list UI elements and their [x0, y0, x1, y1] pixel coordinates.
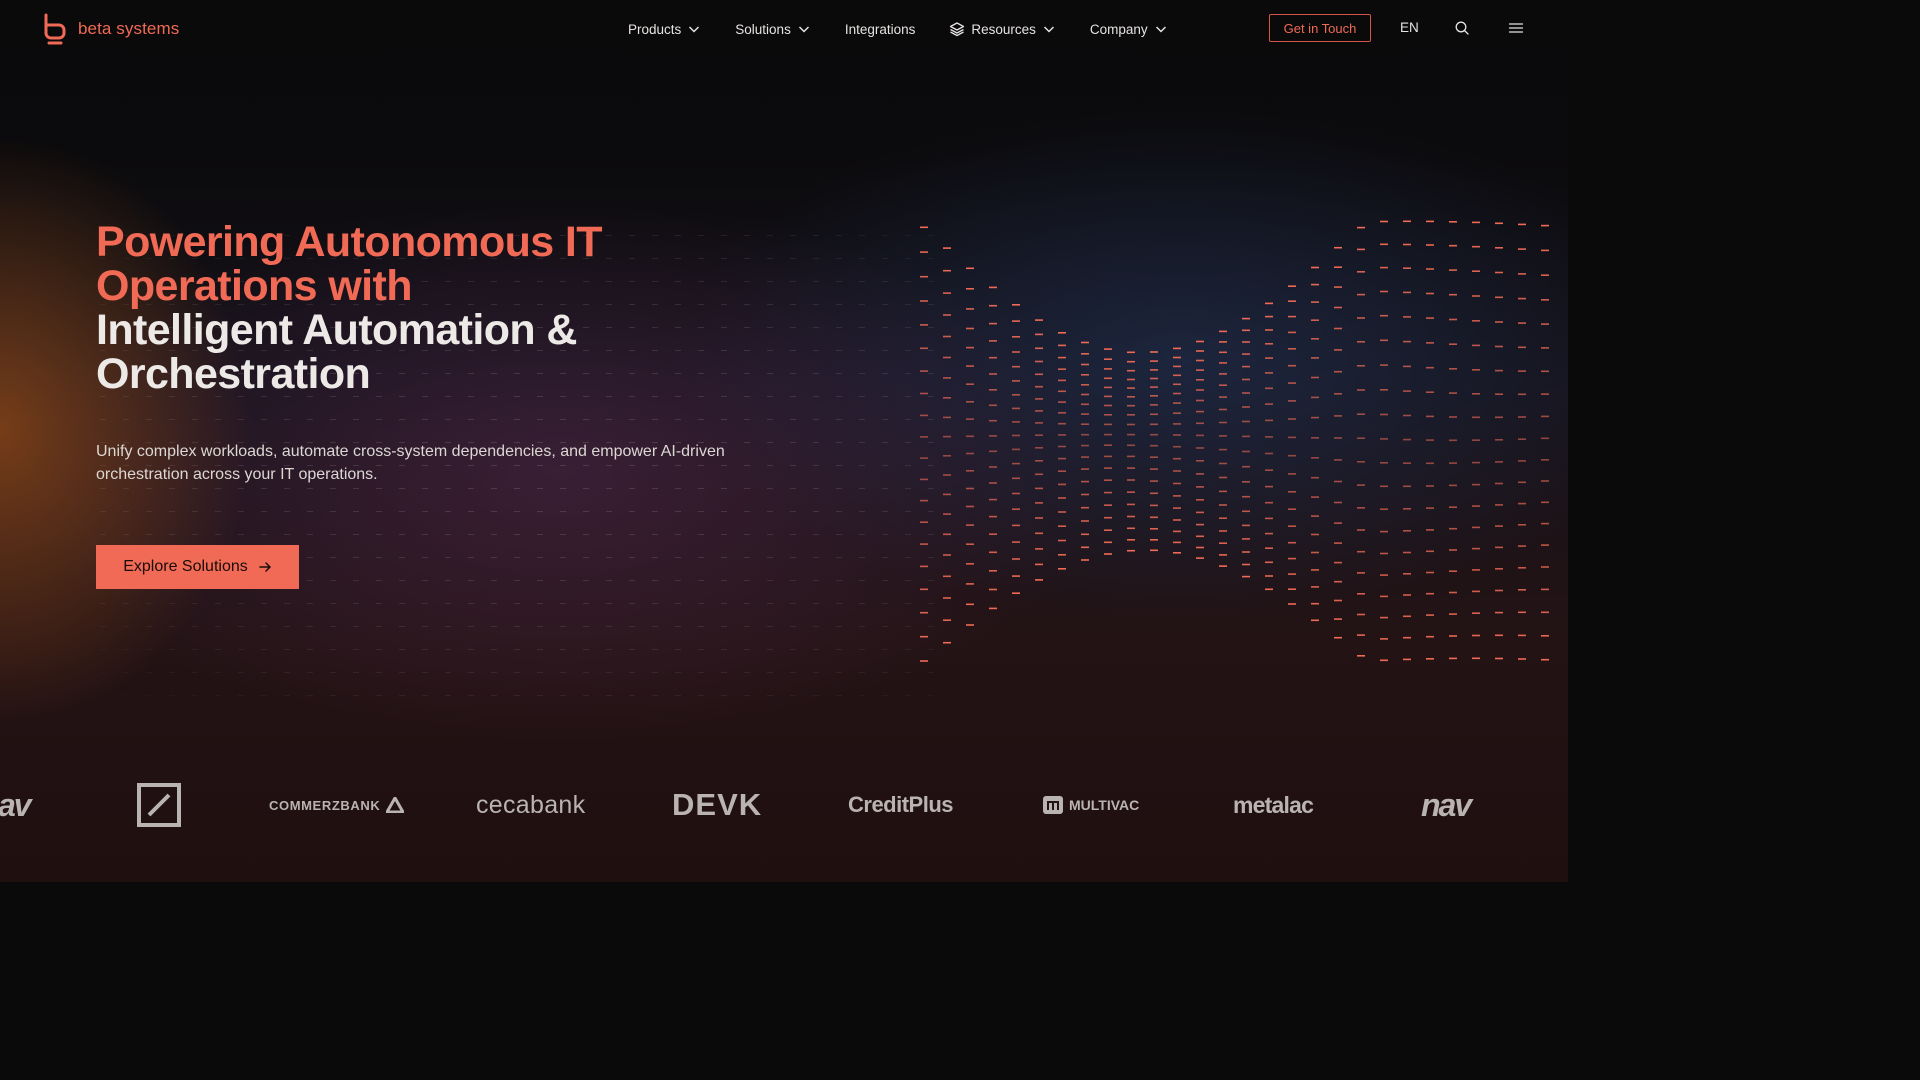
- commerzbank-ribbon-icon: [386, 797, 405, 813]
- hero-title-line-3: Intelligent Automation &: [96, 306, 577, 354]
- commerzbank-wordmark: COMMERZBANK: [269, 797, 381, 813]
- brand-logo[interactable]: beta systems: [42, 13, 179, 45]
- language-switch[interactable]: EN: [1400, 20, 1419, 35]
- client-logo-devk: DEVK: [672, 787, 763, 822]
- nav-resources[interactable]: Resources: [949, 21, 1056, 37]
- hero-title-accent-line-1: Powering Autonomous IT: [96, 218, 603, 266]
- nav-label: Integrations: [844, 21, 916, 37]
- site-header: beta systems Products Solutions Integrat…: [0, 0, 1568, 58]
- explore-solutions-button[interactable]: Explore Solutions: [96, 545, 299, 589]
- hero-subtitle: Unify complex workloads, automate cross-…: [96, 443, 725, 483]
- deutsche-bank-logo-icon: [137, 783, 181, 827]
- chevron-down-icon: [1043, 26, 1054, 33]
- multivac-wordmark: MULTIVAC: [1069, 797, 1140, 813]
- brand-name: beta systems: [78, 19, 180, 38]
- nav-label: Solutions: [735, 21, 791, 37]
- client-logo-creditplus: CreditPlus: [848, 792, 954, 817]
- client-logo-cecabank: cecabank: [476, 790, 586, 819]
- layers-icon: [950, 22, 965, 37]
- arrow-right-icon: [259, 562, 271, 572]
- multivac-logo-icon: [1043, 796, 1063, 814]
- client-logo-multivac: MULTIVAC: [1043, 775, 1139, 835]
- chevron-down-icon: [689, 26, 700, 33]
- nav-solutions[interactable]: Solutions: [735, 22, 811, 37]
- hero-title-line-4: Orchestration: [96, 350, 371, 398]
- chevron-down-icon: [798, 26, 809, 33]
- client-logo-deutsche-bank: [137, 775, 181, 835]
- main-nav: Products Solutions Integrations Resource…: [628, 0, 1202, 58]
- menu-icon[interactable]: [1508, 20, 1524, 36]
- beta-systems-logo-icon: [44, 13, 66, 45]
- dashed-wave-graphic: [920, 220, 1549, 662]
- hero-title: Powering Autonomous IT Operations with I…: [96, 220, 796, 396]
- nav-label: Company: [1089, 21, 1148, 37]
- nav-label: Products: [628, 21, 682, 37]
- client-logo-metalac: metalac: [1233, 791, 1314, 818]
- client-logo-nav-partial: av: [0, 786, 32, 823]
- hero-title-accent-line-2: Operations with: [96, 262, 413, 310]
- nav-label: Resources: [971, 21, 1036, 37]
- get-in-touch-button[interactable]: Get in Touch: [1269, 14, 1371, 42]
- client-logo-commerzbank: COMMERZBANK: [269, 775, 405, 835]
- client-logo-strip: av COMMERZBANK cecabank DEVK CreditPlus …: [0, 775, 1568, 835]
- nav-products[interactable]: Products: [628, 22, 701, 37]
- nav-integrations[interactable]: Integrations: [845, 22, 916, 37]
- client-logo-nav: nav: [1421, 786, 1472, 823]
- nav-company[interactable]: Company: [1090, 22, 1168, 37]
- explore-solutions-label: Explore Solutions: [123, 558, 248, 575]
- chevron-down-icon: [1155, 26, 1166, 33]
- search-icon[interactable]: [1454, 20, 1470, 36]
